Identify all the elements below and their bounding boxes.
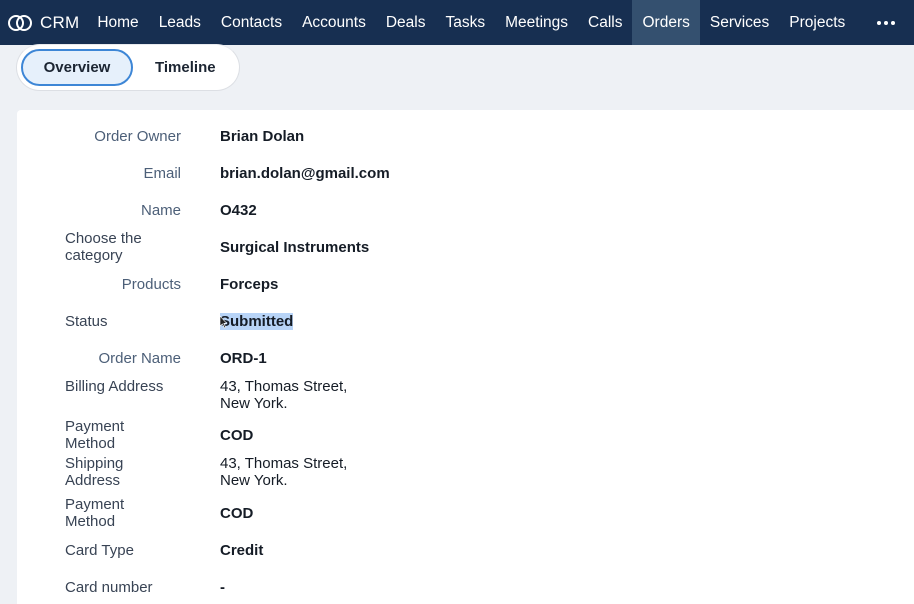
name-value[interactable]: O432 [220, 202, 257, 219]
status-label: Status [65, 313, 108, 330]
nav-item-tasks[interactable]: Tasks [436, 0, 496, 45]
payment-method-label: Payment Method [65, 418, 195, 452]
shipping-address-value[interactable]: 43, Thomas Street, New York. [220, 455, 347, 489]
payment-method-2-label-line1: Payment [65, 496, 125, 513]
shipping-address-label-line1: Shipping [65, 455, 124, 472]
order-owner-value[interactable]: Brian Dolan [220, 128, 304, 145]
shipping-address-line2: New York. [220, 472, 288, 489]
email-value[interactable]: brian.dolan@gmail.com [220, 165, 390, 182]
order-name-label: Order Name [98, 350, 181, 367]
tab-overview[interactable]: Overview [21, 49, 133, 86]
products-value[interactable]: Forceps [220, 276, 278, 293]
nav-item-deals[interactable]: Deals [376, 0, 436, 45]
nav-item-projects[interactable]: Projects [779, 0, 855, 45]
email-label: Email [143, 165, 181, 182]
billing-address-line1: 43, Thomas Street, [220, 378, 348, 395]
order-name-value[interactable]: ORD-1 [220, 350, 267, 367]
payment-method-label-line1: Payment [65, 418, 125, 435]
shipping-address-line1: 43, Thomas Street, [220, 455, 348, 472]
payment-method-2-label: Payment Method [65, 496, 195, 530]
top-navigation-bar: CRM Home Leads Contacts Accounts Deals T… [0, 0, 914, 45]
text-cursor-icon [219, 315, 227, 329]
card-type-value[interactable]: Credit [220, 542, 263, 559]
nav-item-leads[interactable]: Leads [149, 0, 211, 45]
card-number-label: Card number [65, 579, 153, 596]
shipping-address-label: Shipping Address [65, 455, 195, 489]
payment-method-label-line2: Method [65, 435, 116, 452]
nav-item-home[interactable]: Home [87, 0, 148, 45]
products-label: Products [121, 276, 181, 293]
crm-logo-icon [8, 14, 32, 31]
category-value[interactable]: Surgical Instruments [220, 239, 369, 256]
nav-item-orders[interactable]: Orders [632, 0, 700, 45]
record-detail-panel: Order Owner Brian Dolan Email brian.dola… [17, 110, 914, 604]
category-label: Choose the category [65, 230, 142, 264]
order-owner-label: Order Owner [94, 128, 181, 145]
payment-method-2-label-line2: Method [65, 513, 116, 530]
nav-item-meetings[interactable]: Meetings [495, 0, 578, 45]
status-value: Submitted [220, 313, 294, 330]
view-tabs: Overview Timeline [16, 44, 240, 91]
brand-name: CRM [40, 12, 80, 32]
billing-address-label: Billing Address [65, 378, 164, 395]
nav-item-services[interactable]: Services [700, 0, 779, 45]
crm-logo[interactable]: CRM [0, 0, 87, 45]
card-number-value[interactable]: - [220, 579, 225, 596]
more-horizontal-icon[interactable] [861, 0, 911, 45]
name-label: Name [140, 202, 181, 219]
status-value-wrapper[interactable]: Submitted [220, 313, 294, 330]
nav-item-accounts[interactable]: Accounts [292, 0, 376, 45]
billing-address-line2: New York. [220, 395, 288, 412]
nav-item-contacts[interactable]: Contacts [211, 0, 292, 45]
payment-method-2-value[interactable]: COD [220, 505, 253, 522]
payment-method-value[interactable]: COD [220, 427, 253, 444]
tab-timeline[interactable]: Timeline [135, 49, 236, 86]
billing-address-value[interactable]: 43, Thomas Street, New York. [220, 378, 347, 412]
nav-item-calls[interactable]: Calls [578, 0, 632, 45]
shipping-address-label-line2: Address [65, 472, 121, 489]
card-type-label: Card Type [65, 542, 134, 559]
